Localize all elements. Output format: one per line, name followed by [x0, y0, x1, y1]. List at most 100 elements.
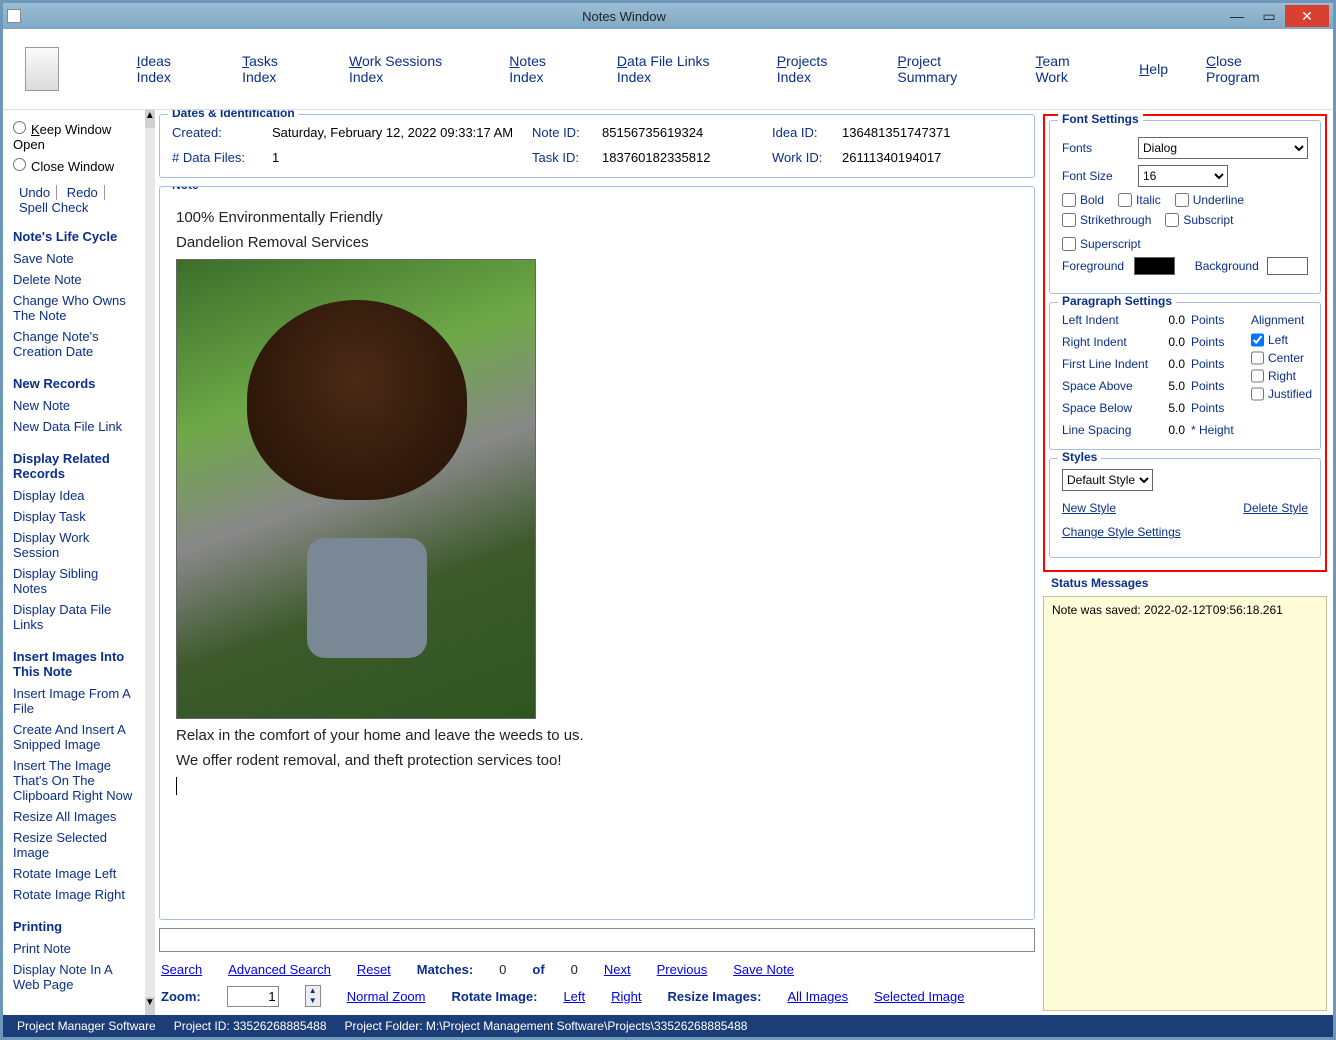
resize-all-link[interactable]: Resize All Images — [13, 806, 135, 827]
font-size-select[interactable]: 16 — [1138, 165, 1228, 187]
menu-team-work[interactable]: Team Work — [1035, 53, 1101, 85]
note-image[interactable] — [176, 259, 536, 719]
save-note-link[interactable]: Save Note — [13, 248, 135, 269]
window-title: Notes Window — [27, 9, 1221, 24]
redo-link[interactable]: Redo — [61, 185, 105, 200]
app-icon — [7, 9, 21, 23]
background-swatch[interactable] — [1267, 257, 1308, 275]
new-note-link[interactable]: New Note — [13, 395, 135, 416]
advanced-search-button[interactable]: Advanced Search — [228, 962, 331, 977]
left-scrollbar[interactable]: ▲ ▼ — [145, 110, 155, 1015]
of-label: of — [532, 962, 544, 977]
menu-tasks-index[interactable]: Tasks Index — [242, 53, 311, 85]
left-indent-label: Left Indent — [1062, 313, 1157, 327]
resize-selected-link[interactable]: Resize Selected Image — [13, 827, 135, 863]
display-data-file-links-link[interactable]: Display Data File Links — [13, 599, 135, 635]
keep-window-open-radio[interactable]: Keep Window Open — [13, 118, 135, 155]
superscript-checkbox[interactable]: Superscript — [1062, 237, 1141, 251]
heading-life-cycle: Note's Life Cycle — [13, 229, 135, 244]
note-line-1: 100% Environmentally Friendly — [176, 209, 1018, 226]
files-label: # Data Files: — [172, 150, 272, 165]
menu-work-sessions-index[interactable]: Work Sessions Index — [349, 53, 471, 85]
rotate-right-button[interactable]: Right — [611, 989, 641, 1004]
align-right-checkbox[interactable]: Right — [1251, 369, 1312, 383]
menu-ideas-index[interactable]: Ideas Index — [137, 53, 204, 85]
note-editor[interactable]: Note 100% Environmentally Friendly Dande… — [159, 186, 1035, 920]
paragraph-legend: Paragraph Settings — [1058, 294, 1176, 308]
left-indent-value: 0.0 — [1157, 313, 1191, 327]
space-above-label: Space Above — [1062, 379, 1157, 393]
first-indent-value: 0.0 — [1157, 357, 1191, 371]
bold-checkbox[interactable]: Bold — [1062, 193, 1104, 207]
close-button[interactable]: ✕ — [1285, 5, 1329, 27]
ideaid-value: 136481351747371 — [842, 125, 1022, 140]
underline-checkbox[interactable]: Underline — [1175, 193, 1244, 207]
fonts-select[interactable]: Dialog — [1138, 137, 1308, 159]
italic-checkbox[interactable]: Italic — [1118, 193, 1161, 207]
rotate-left-link[interactable]: Rotate Image Left — [13, 863, 135, 884]
display-task-link[interactable]: Display Task — [13, 506, 135, 527]
status-messages: Note was saved: 2022-02-12T09:56:18.261 — [1043, 596, 1327, 1011]
right-indent-value: 0.0 — [1157, 335, 1191, 349]
next-button[interactable]: Next — [604, 962, 631, 977]
insert-from-file-link[interactable]: Insert Image From A File — [13, 683, 135, 719]
display-work-session-link[interactable]: Display Work Session — [13, 527, 135, 563]
align-justified-checkbox[interactable]: Justified — [1251, 387, 1312, 401]
zoom-input[interactable] — [227, 986, 279, 1007]
undo-link[interactable]: Undo — [13, 185, 57, 200]
insert-snipped-link[interactable]: Create And Insert A Snipped Image — [13, 719, 135, 755]
foreground-swatch[interactable] — [1134, 257, 1175, 275]
close-window-radio[interactable]: Close Window — [13, 155, 135, 177]
menu-data-file-links-index[interactable]: Data File Links Index — [617, 53, 739, 85]
rotate-label: Rotate Image: — [451, 989, 537, 1004]
files-value: 1 — [272, 150, 532, 165]
heading-printing: Printing — [13, 919, 135, 934]
menu-close-program[interactable]: Close Program — [1206, 53, 1293, 85]
change-style-link[interactable]: Change Style Settings — [1062, 525, 1181, 539]
resize-all-button[interactable]: All Images — [787, 989, 848, 1004]
display-sibling-notes-link[interactable]: Display Sibling Notes — [13, 563, 135, 599]
rotate-right-link[interactable]: Rotate Image Right — [13, 884, 135, 905]
scroll-up-icon[interactable]: ▲ — [145, 110, 155, 128]
new-data-file-link[interactable]: New Data File Link — [13, 416, 135, 437]
display-idea-link[interactable]: Display Idea — [13, 485, 135, 506]
save-note-button[interactable]: Save Note — [733, 962, 794, 977]
menu-project-summary[interactable]: Project Summary — [897, 53, 997, 85]
zoom-label: Zoom: — [161, 989, 201, 1004]
print-note-link[interactable]: Print Note — [13, 938, 135, 959]
previous-button[interactable]: Previous — [657, 962, 708, 977]
search-button[interactable]: Search — [161, 962, 202, 977]
foreground-label: Foreground — [1062, 259, 1126, 273]
insert-clipboard-link[interactable]: Insert The Image That's On The Clipboard… — [13, 755, 135, 806]
resize-selected-button[interactable]: Selected Image — [874, 989, 964, 1004]
delete-style-link[interactable]: Delete Style — [1243, 501, 1308, 515]
change-owner-link[interactable]: Change Who Owns The Note — [13, 290, 135, 326]
font-size-label: Font Size — [1062, 169, 1130, 183]
scroll-down-icon[interactable]: ▼ — [145, 997, 155, 1015]
menu-help[interactable]: Help — [1139, 61, 1168, 77]
menu-notes-index[interactable]: Notes Index — [509, 53, 579, 85]
menu-projects-index[interactable]: Projects Index — [777, 53, 860, 85]
align-center-checkbox[interactable]: Center — [1251, 351, 1312, 365]
strike-checkbox[interactable]: Strikethrough — [1062, 213, 1151, 227]
spellcheck-link[interactable]: Spell Check — [13, 200, 94, 215]
normal-zoom-button[interactable]: Normal Zoom — [347, 989, 426, 1004]
maximize-button[interactable]: ▭ — [1253, 5, 1285, 27]
delete-note-link[interactable]: Delete Note — [13, 269, 135, 290]
minimize-button[interactable]: — — [1221, 5, 1253, 27]
note-line-3: Relax in the comfort of your home and le… — [176, 727, 1018, 744]
search-input[interactable] — [159, 928, 1035, 952]
align-left-checkbox[interactable]: Left — [1251, 333, 1312, 347]
new-style-link[interactable]: New Style — [1062, 501, 1116, 515]
rotate-left-button[interactable]: Left — [563, 989, 585, 1004]
zoom-spinner[interactable]: ▲▼ — [305, 985, 321, 1007]
display-web-link[interactable]: Display Note In A Web Page — [13, 959, 135, 995]
styles-fieldset: Styles Default Style New Style Delete St… — [1049, 458, 1321, 558]
subscript-checkbox[interactable]: Subscript — [1165, 213, 1233, 227]
matches-label: Matches: — [417, 962, 473, 977]
reset-button[interactable]: Reset — [357, 962, 391, 977]
heading-display-records: Display Related Records — [13, 451, 135, 481]
style-select[interactable]: Default Style — [1062, 469, 1153, 491]
noteid-label: Note ID: — [532, 125, 602, 140]
change-date-link[interactable]: Change Note's Creation Date — [13, 326, 135, 362]
